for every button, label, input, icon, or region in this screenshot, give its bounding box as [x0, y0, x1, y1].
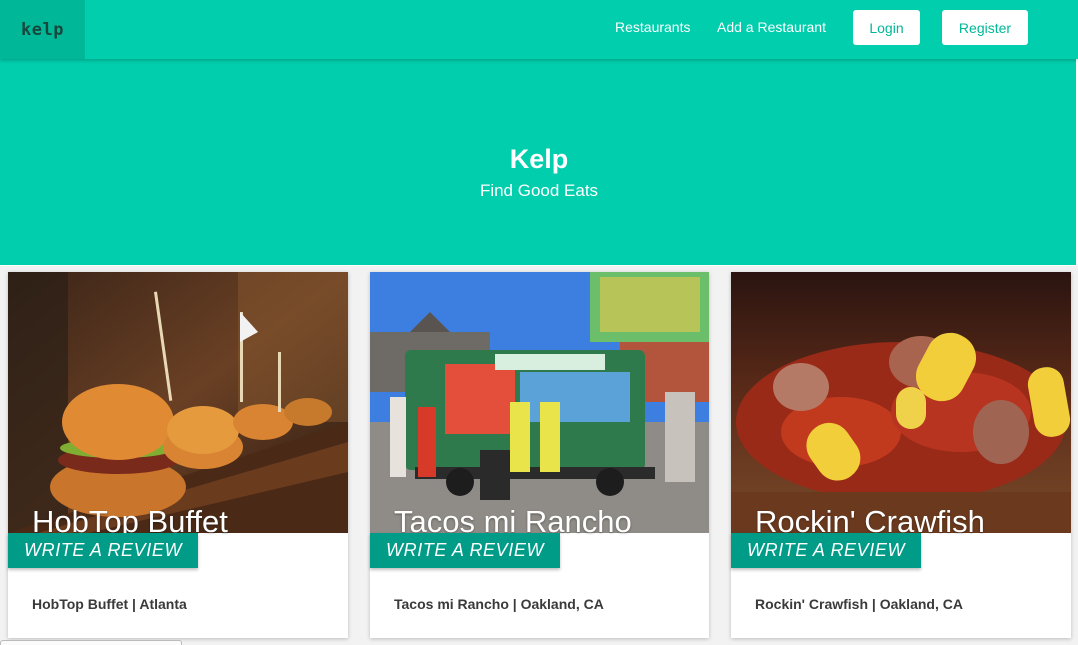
restaurant-photo[interactable] [8, 272, 348, 533]
restaurant-caption: Rockin' Crawfish | Oakland, CA [755, 596, 963, 612]
restaurant-card[interactable]: Tacos mi Rancho WRITE A REVIEW Tacos mi … [370, 272, 709, 638]
hero-banner: Kelp Find Good Eats [0, 59, 1078, 265]
top-navbar: kelp Restaurants Add a Restaurant Login … [0, 0, 1078, 59]
restaurant-caption: HobTop Buffet | Atlanta [32, 596, 187, 612]
brand-logo[interactable]: kelp [0, 0, 85, 59]
restaurant-photo[interactable] [370, 272, 709, 533]
restaurant-caption: Tacos mi Rancho | Oakland, CA [394, 596, 604, 612]
taco-truck-photo-illustration [370, 272, 709, 533]
write-review-button[interactable]: WRITE A REVIEW [731, 533, 922, 568]
nav-link-restaurants[interactable]: Restaurants [615, 19, 690, 35]
write-review-button[interactable]: WRITE A REVIEW [8, 533, 199, 568]
hero-divider [0, 265, 1078, 266]
login-button[interactable]: Login [853, 10, 920, 45]
hero-title: Kelp [509, 144, 569, 174]
hero-subtitle: Find Good Eats [479, 181, 599, 200]
nav-link-add-restaurant[interactable]: Add a Restaurant [717, 19, 826, 35]
restaurant-card[interactable]: HobTop Buffet WRITE A REVIEW HobTop Buff… [8, 272, 348, 638]
write-review-button[interactable]: WRITE A REVIEW [370, 533, 561, 568]
restaurant-card[interactable]: Rockin' Crawfish WRITE A REVIEW Rockin' … [731, 272, 1071, 638]
burger-photo-illustration [8, 272, 348, 533]
register-button[interactable]: Register [942, 10, 1028, 45]
bottom-edge-tab [0, 640, 182, 645]
crawfish-photo-illustration [731, 272, 1071, 533]
restaurant-photo[interactable] [731, 272, 1071, 533]
